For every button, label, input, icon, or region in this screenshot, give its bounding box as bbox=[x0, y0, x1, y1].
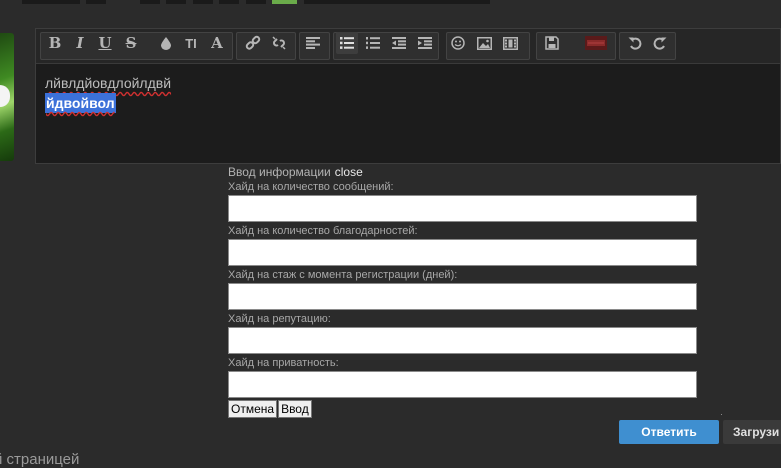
top-strip-segment bbox=[140, 0, 160, 4]
close-link[interactable]: close bbox=[335, 165, 363, 179]
text-color-button[interactable] bbox=[155, 32, 177, 54]
field-label: Хайд на репутацию: bbox=[228, 313, 331, 325]
strikethrough-button[interactable]: S bbox=[120, 32, 142, 54]
unlink-icon bbox=[272, 36, 286, 50]
field-label: Хайд на количество сообщений: bbox=[228, 181, 394, 193]
indent-button[interactable] bbox=[414, 32, 436, 54]
footer-text: й страницей bbox=[0, 451, 80, 468]
font-size-button[interactable]: TI bbox=[180, 32, 202, 54]
undo-button[interactable] bbox=[624, 32, 646, 54]
smiley-button[interactable] bbox=[447, 32, 469, 54]
align-left-button[interactable] bbox=[302, 32, 324, 54]
message-editor[interactable]: B I U S TI A лйвлдйовдлойлдвй йдвойвол bbox=[35, 28, 781, 164]
info-input-form: Ввод информации close Хайд на количество … bbox=[228, 165, 708, 418]
hide-thanks-count-input[interactable] bbox=[228, 239, 697, 266]
form-buttons: Отмена Ввод bbox=[228, 400, 708, 418]
field-label: Хайд на приватность: bbox=[228, 357, 339, 369]
redo-icon bbox=[653, 37, 667, 50]
hide-button[interactable] bbox=[584, 32, 608, 54]
save-draft-button[interactable] bbox=[541, 32, 563, 54]
image-icon bbox=[476, 36, 492, 50]
top-strip-segment bbox=[193, 0, 213, 4]
top-strip-segment bbox=[166, 0, 186, 4]
editor-text-line: лйвлдйовдлойлдвй bbox=[45, 75, 172, 91]
submit-button[interactable]: Ввод bbox=[278, 400, 312, 418]
bullet-list-button[interactable] bbox=[336, 32, 358, 54]
outdent-icon bbox=[392, 37, 406, 49]
underline-button[interactable]: U bbox=[94, 32, 116, 54]
media-icon bbox=[502, 36, 518, 50]
avatar-flower bbox=[0, 85, 10, 107]
numbered-list-button[interactable] bbox=[362, 32, 384, 54]
editor-toolbar: B I U S TI A bbox=[36, 29, 780, 64]
reply-button[interactable]: Ответить bbox=[619, 420, 719, 444]
editor-content[interactable]: лйвлдйовдлойлдвй йдвойвол bbox=[45, 73, 171, 113]
separator-dot bbox=[721, 414, 722, 415]
form-header: Ввод информации close bbox=[228, 165, 708, 179]
cancel-button[interactable]: Отмена bbox=[228, 400, 278, 418]
hide-privacy-input[interactable] bbox=[228, 371, 697, 398]
bullet-list-icon bbox=[340, 37, 354, 49]
hide-reputation-input[interactable] bbox=[228, 327, 697, 354]
undo-icon bbox=[628, 37, 642, 50]
bold-button[interactable]: B bbox=[44, 32, 66, 54]
link-button[interactable] bbox=[242, 32, 264, 54]
insert-image-button[interactable] bbox=[473, 32, 495, 54]
smiley-icon bbox=[451, 36, 465, 50]
form-title: Ввод информации bbox=[228, 165, 331, 179]
hide-registration-days-input[interactable] bbox=[228, 283, 697, 310]
color-drop-icon bbox=[161, 37, 171, 50]
top-strip-segment bbox=[22, 0, 80, 4]
editor-selected-text: йдвойвол bbox=[45, 93, 116, 113]
top-strip-active-segment bbox=[272, 0, 297, 4]
top-strip bbox=[0, 0, 781, 6]
unlink-button[interactable] bbox=[268, 32, 290, 54]
hide-posts-count-input[interactable] bbox=[228, 195, 697, 222]
top-strip-segment bbox=[86, 0, 106, 4]
insert-media-button[interactable] bbox=[499, 32, 521, 54]
top-strip-segment bbox=[219, 0, 239, 4]
link-icon bbox=[245, 35, 261, 50]
align-left-icon bbox=[306, 37, 320, 49]
numbered-list-icon bbox=[366, 37, 380, 49]
top-strip-segment bbox=[304, 0, 490, 4]
top-strip-segment bbox=[246, 0, 266, 4]
hide-icon bbox=[585, 36, 607, 50]
font-family-button[interactable]: A bbox=[206, 32, 228, 54]
italic-button[interactable]: I bbox=[69, 32, 91, 54]
upload-button[interactable]: Загрузи bbox=[723, 420, 781, 444]
save-icon bbox=[545, 36, 559, 50]
field-label: Хайд на стаж с момента регистрации (дней… bbox=[228, 269, 458, 281]
avatar bbox=[0, 33, 14, 161]
outdent-button[interactable] bbox=[388, 32, 410, 54]
field-label: Хайд на количество благодарностей: bbox=[228, 225, 418, 237]
redo-button[interactable] bbox=[649, 32, 671, 54]
indent-icon bbox=[418, 37, 432, 49]
